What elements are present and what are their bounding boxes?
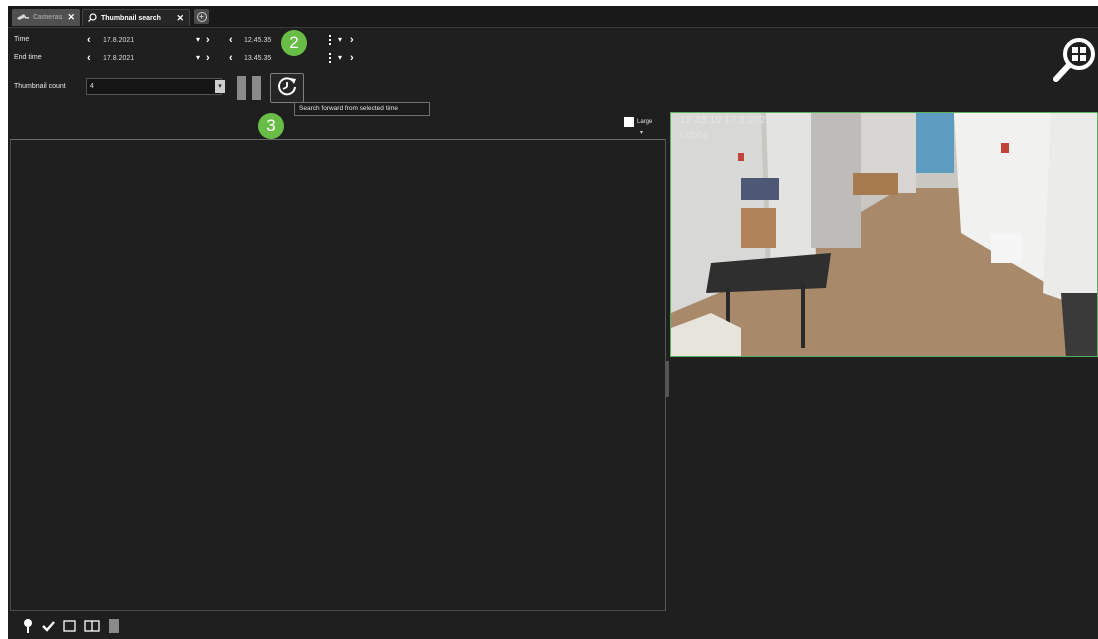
camera-view[interactable]: 12.43.10 17.8.2021 Lobby: [670, 112, 1098, 357]
panel-icon[interactable]: [108, 618, 120, 634]
split-view-icon[interactable]: [84, 620, 100, 632]
time-clock-prev-icon[interactable]: ‹: [229, 35, 233, 46]
time-date-value[interactable]: 17.8.2021: [103, 37, 134, 44]
end-date-next-icon[interactable]: ›: [206, 53, 210, 64]
bottom-toolbar: [22, 617, 120, 635]
search-icon: [88, 12, 97, 24]
close-icon[interactable]: ✕: [67, 12, 75, 23]
large-toggle[interactable]: Large: [624, 117, 652, 127]
large-caret-icon[interactable]: ▾: [640, 129, 643, 136]
time-clock-dropdown-icon[interactable]: ▾: [338, 35, 342, 44]
tab-cameras-label: Cameras: [33, 14, 63, 21]
camera-timestamp: 12.43.10 17.8.2021: [680, 115, 772, 126]
end-date-dropdown-icon[interactable]: ▾: [196, 53, 200, 62]
single-view-icon[interactable]: [63, 620, 76, 632]
tab-bar: Cameras ✕ Thumbnail search ✕ +: [8, 6, 1098, 28]
pin-icon[interactable]: [22, 618, 34, 634]
zoom-grid-button[interactable]: [1048, 34, 1098, 86]
thumbnail-count-label: Thumbnail count: [14, 83, 66, 90]
time-clock-value[interactable]: 12.45.35: [244, 37, 271, 44]
camera-image: [671, 113, 1097, 356]
time-date-dropdown-icon[interactable]: ▾: [196, 35, 200, 44]
tab-thumbnail-search[interactable]: Thumbnail search ✕: [82, 9, 190, 26]
search-forward-tooltip: Search forward from selected time: [294, 102, 430, 116]
time-date-prev-icon[interactable]: ‹: [87, 35, 91, 46]
end-date-prev-icon[interactable]: ‹: [87, 53, 91, 64]
end-clock-next-icon[interactable]: ›: [350, 53, 354, 64]
panel-divider: [10, 139, 665, 140]
pause-button[interactable]: [237, 76, 262, 100]
large-label: Large: [637, 119, 653, 125]
search-forward-icon: [276, 75, 298, 102]
add-tab-button[interactable]: +: [194, 9, 209, 24]
thumbnail-results-panel: [10, 139, 665, 611]
thumbnail-count-dropdown-icon[interactable]: ▾: [215, 80, 225, 93]
end-date-value[interactable]: 17.8.2021: [103, 55, 134, 62]
panel-splitter[interactable]: [666, 361, 669, 397]
thumbnail-count-select[interactable]: 4: [86, 78, 222, 95]
step-badge-2: 2: [281, 30, 307, 56]
zoom-grid-icon: [1048, 38, 1098, 90]
search-forward-button[interactable]: [270, 73, 304, 103]
camera-name: Lobby: [680, 130, 709, 141]
add-tab-icon: +: [196, 11, 207, 22]
end-clock-value[interactable]: 13.45.35: [244, 55, 271, 62]
time-clock-next-icon[interactable]: ›: [350, 35, 354, 46]
tab-thumbnail-search-label: Thumbnail search: [101, 14, 161, 22]
step-badge-3: 3: [258, 113, 284, 139]
app-window: Cameras ✕ Thumbnail search ✕ + Time ‹ 17…: [8, 6, 1098, 639]
time-label: Time: [14, 36, 30, 43]
check-icon[interactable]: [42, 620, 55, 632]
time-date-next-icon[interactable]: ›: [206, 35, 210, 46]
tab-cameras[interactable]: Cameras ✕: [12, 9, 80, 26]
end-clock-prev-icon[interactable]: ‹: [229, 53, 233, 64]
end-clock-dropdown-icon[interactable]: ▾: [338, 53, 342, 62]
close-icon[interactable]: ✕: [176, 13, 184, 24]
large-checkbox[interactable]: [624, 117, 634, 127]
cameras-icon: [17, 13, 29, 23]
end-time-label: End time: [14, 54, 42, 61]
